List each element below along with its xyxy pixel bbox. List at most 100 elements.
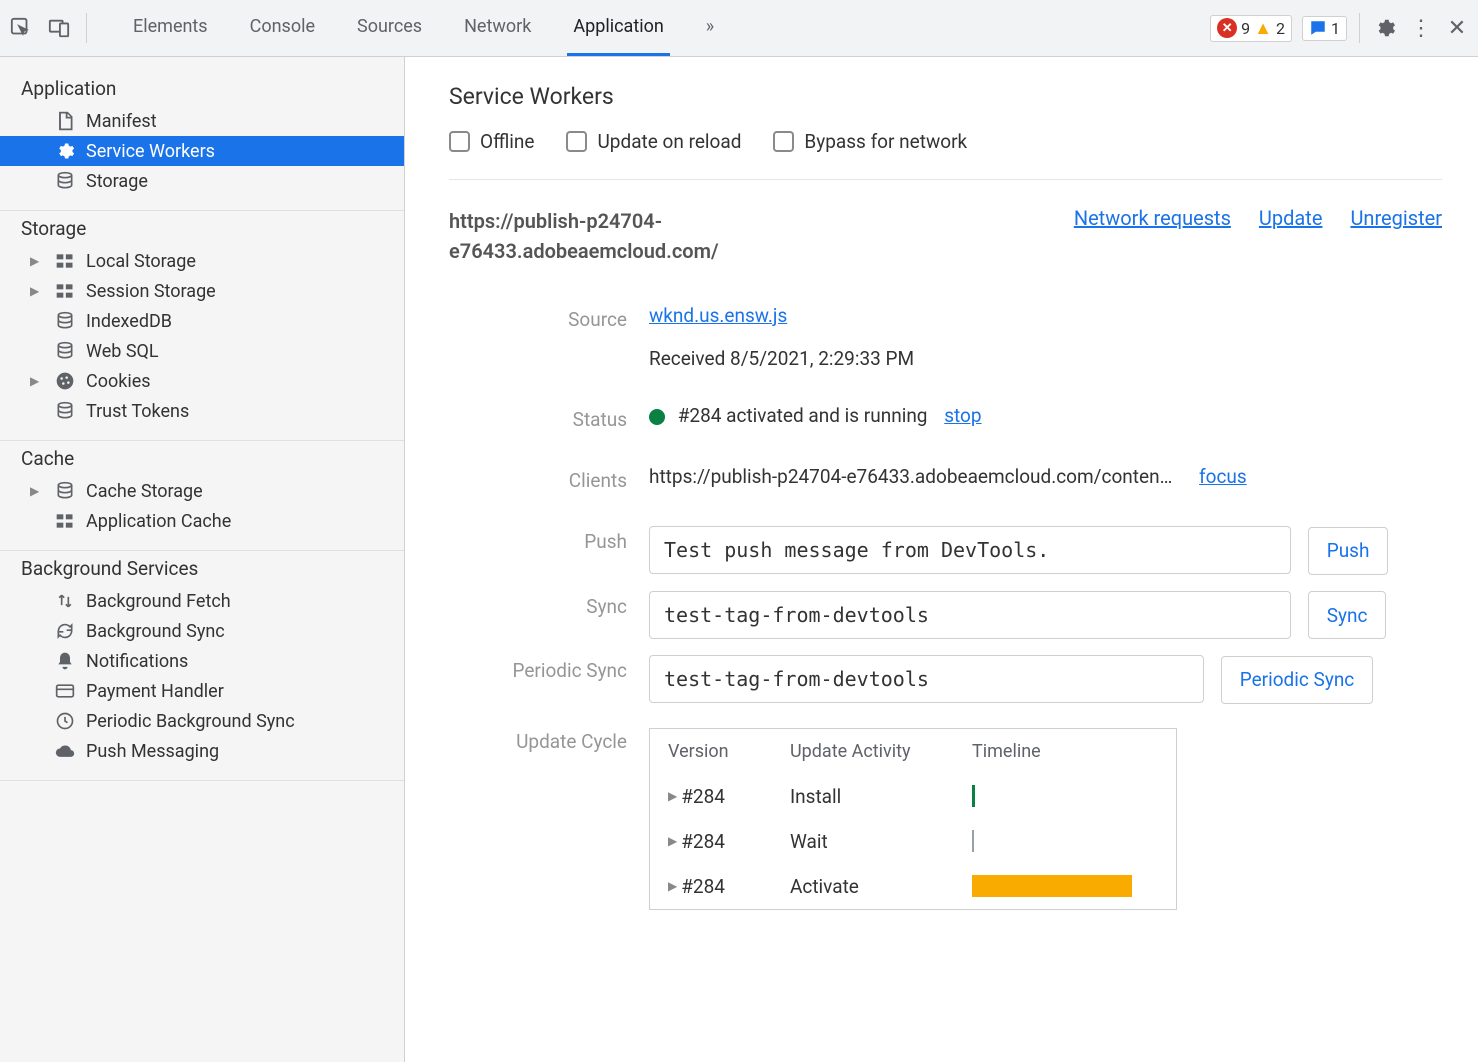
sidebar-section-header: Storage bbox=[0, 215, 404, 246]
grid-icon bbox=[54, 510, 76, 532]
inspect-icon[interactable] bbox=[8, 15, 34, 41]
db-icon bbox=[54, 340, 76, 362]
push-label: Push bbox=[449, 526, 649, 553]
update-cycle-row[interactable]: ▶#284Install bbox=[650, 774, 1176, 819]
sidebar-item-label: Trust Tokens bbox=[86, 401, 189, 422]
sidebar-item-session-storage[interactable]: ▶Session Storage bbox=[0, 276, 404, 306]
sidebar-item-web-sql[interactable]: Web SQL bbox=[0, 336, 404, 366]
sidebar-item-push-messaging[interactable]: Push Messaging bbox=[0, 736, 404, 766]
sync-button[interactable]: Sync bbox=[1308, 591, 1387, 639]
status-dot-icon bbox=[649, 409, 665, 425]
checkbox-icon bbox=[449, 131, 470, 152]
sidebar-item-application-cache[interactable]: Application Cache bbox=[0, 506, 404, 536]
expand-arrow-icon: ▶ bbox=[30, 374, 44, 388]
update-cycle-label: Update Cycle bbox=[449, 726, 649, 753]
push-button[interactable]: Push bbox=[1308, 527, 1389, 575]
unregister-link[interactable]: Unregister bbox=[1350, 206, 1442, 230]
sidebar-item-label: Notifications bbox=[86, 651, 188, 672]
bypass-network-checkbox[interactable]: Bypass for network bbox=[773, 130, 967, 153]
sidebar-section-header: Background Services bbox=[0, 555, 404, 586]
devtools-toolbar: Elements Console Sources Network Applica… bbox=[0, 0, 1478, 57]
periodic-sync-button[interactable]: Periodic Sync bbox=[1221, 656, 1374, 704]
sidebar-item-trust-tokens[interactable]: Trust Tokens bbox=[0, 396, 404, 426]
cookie-icon bbox=[54, 370, 76, 392]
update-cycle-value: Version Update Activity Timeline ▶#284In… bbox=[649, 726, 1442, 910]
sidebar-item-label: IndexedDB bbox=[86, 311, 172, 332]
status-value: #284 activated and is running stop bbox=[649, 404, 1442, 427]
row-update-cycle: Update Cycle Version Update Activity Tim… bbox=[449, 718, 1442, 918]
separator bbox=[1359, 13, 1360, 43]
sidebar-item-background-sync[interactable]: Background Sync bbox=[0, 616, 404, 646]
tab-application[interactable]: Application bbox=[567, 1, 669, 56]
update-on-reload-checkbox[interactable]: Update on reload bbox=[566, 130, 741, 153]
periodic-sync-input[interactable] bbox=[649, 655, 1204, 703]
expand-arrow-icon: ▶ bbox=[668, 789, 677, 803]
offline-checkbox[interactable]: Offline bbox=[449, 130, 534, 153]
close-icon[interactable]: ✕ bbox=[1444, 15, 1470, 41]
main-panel: Service Workers Offline Update on reload… bbox=[405, 57, 1478, 1062]
update-cycle-row[interactable]: ▶#284Activate bbox=[650, 864, 1176, 909]
uc-timeline-cell bbox=[972, 875, 1158, 897]
sidebar-item-cookies[interactable]: ▶ Cookies bbox=[0, 366, 404, 396]
sidebar-item-label: Background Fetch bbox=[86, 591, 231, 612]
uc-version-text: #284 bbox=[681, 875, 725, 898]
db-icon bbox=[54, 170, 76, 192]
toolbar-right: ✕ 9 ▲ 2 1 ⋮ ✕ bbox=[1210, 13, 1470, 43]
sidebar-section-header: Cache bbox=[0, 445, 404, 476]
sidebar-item-label: Cookies bbox=[86, 371, 151, 392]
sw-top-links: Network requests Update Unregister bbox=[1074, 206, 1442, 230]
update-on-reload-label: Update on reload bbox=[597, 130, 741, 153]
sidebar-item-label: Web SQL bbox=[86, 341, 159, 362]
tab-elements[interactable]: Elements bbox=[127, 1, 214, 56]
uc-version-text: #284 bbox=[681, 830, 725, 853]
sw-origin: https://publish-p24704-e76433.adobeaemcl… bbox=[449, 206, 789, 266]
sidebar-item-storage[interactable]: Storage bbox=[0, 166, 404, 196]
error-warning-badge[interactable]: ✕ 9 ▲ 2 bbox=[1210, 15, 1292, 42]
db-icon bbox=[54, 480, 76, 502]
uc-activity-cell: Activate bbox=[790, 875, 972, 898]
warning-icon: ▲ bbox=[1254, 18, 1272, 39]
focus-link[interactable]: focus bbox=[1199, 465, 1247, 488]
tab-network[interactable]: Network bbox=[458, 1, 537, 56]
tab-overflow[interactable]: » bbox=[700, 1, 720, 56]
messages-badge[interactable]: 1 bbox=[1302, 16, 1347, 41]
update-link[interactable]: Update bbox=[1259, 206, 1323, 230]
expand-arrow-icon: ▶ bbox=[30, 484, 44, 498]
sync-input[interactable] bbox=[649, 591, 1291, 639]
more-icon[interactable]: ⋮ bbox=[1408, 15, 1434, 41]
row-push: Push Push bbox=[449, 518, 1442, 583]
sidebar-item-indexeddb[interactable]: IndexedDB bbox=[0, 306, 404, 336]
uc-timeline-cell bbox=[972, 830, 1158, 852]
clock-icon bbox=[54, 710, 76, 732]
sidebar-item-local-storage[interactable]: ▶Local Storage bbox=[0, 246, 404, 276]
row-source: Source wknd.us.ensw.js bbox=[449, 296, 1442, 339]
uc-version-cell: ▶#284 bbox=[668, 830, 790, 853]
sidebar-item-label: Payment Handler bbox=[86, 681, 224, 702]
sidebar-item-service-workers[interactable]: Service Workers bbox=[0, 136, 404, 166]
sidebar-item-label: Background Sync bbox=[86, 621, 225, 642]
settings-icon[interactable] bbox=[1372, 15, 1398, 41]
sidebar-item-label: Push Messaging bbox=[86, 741, 219, 762]
source-link[interactable]: wknd.us.ensw.js bbox=[649, 304, 787, 327]
sidebar-item-payment-handler[interactable]: Payment Handler bbox=[0, 676, 404, 706]
sidebar-item-cache-storage[interactable]: ▶ Cache Storage bbox=[0, 476, 404, 506]
sidebar-item-notifications[interactable]: Notifications bbox=[0, 646, 404, 676]
sidebar-section-header: Application bbox=[0, 75, 404, 106]
network-requests-link[interactable]: Network requests bbox=[1074, 206, 1231, 230]
update-cycle-row[interactable]: ▶#284Wait bbox=[650, 819, 1176, 864]
tab-sources[interactable]: Sources bbox=[351, 1, 428, 56]
warning-count: 2 bbox=[1276, 19, 1285, 38]
sync-value: Sync bbox=[649, 591, 1442, 640]
updown-icon bbox=[54, 590, 76, 612]
device-toolbar-icon[interactable] bbox=[46, 15, 72, 41]
sidebar-item-periodic-background-sync[interactable]: Periodic Background Sync bbox=[0, 706, 404, 736]
sidebar-item-background-fetch[interactable]: Background Fetch bbox=[0, 586, 404, 616]
tab-console[interactable]: Console bbox=[244, 1, 321, 56]
sidebar-item-manifest[interactable]: Manifest bbox=[0, 106, 404, 136]
stop-link[interactable]: stop bbox=[944, 404, 981, 427]
row-clients: Clients https://publish-p24704-e76433.ad… bbox=[449, 457, 1442, 500]
timeline-segment-activate bbox=[972, 875, 1132, 897]
sw-header-row: https://publish-p24704-e76433.adobeaemcl… bbox=[449, 206, 1442, 266]
sidebar-item-label: Cache Storage bbox=[86, 481, 203, 502]
push-input[interactable] bbox=[649, 526, 1291, 574]
